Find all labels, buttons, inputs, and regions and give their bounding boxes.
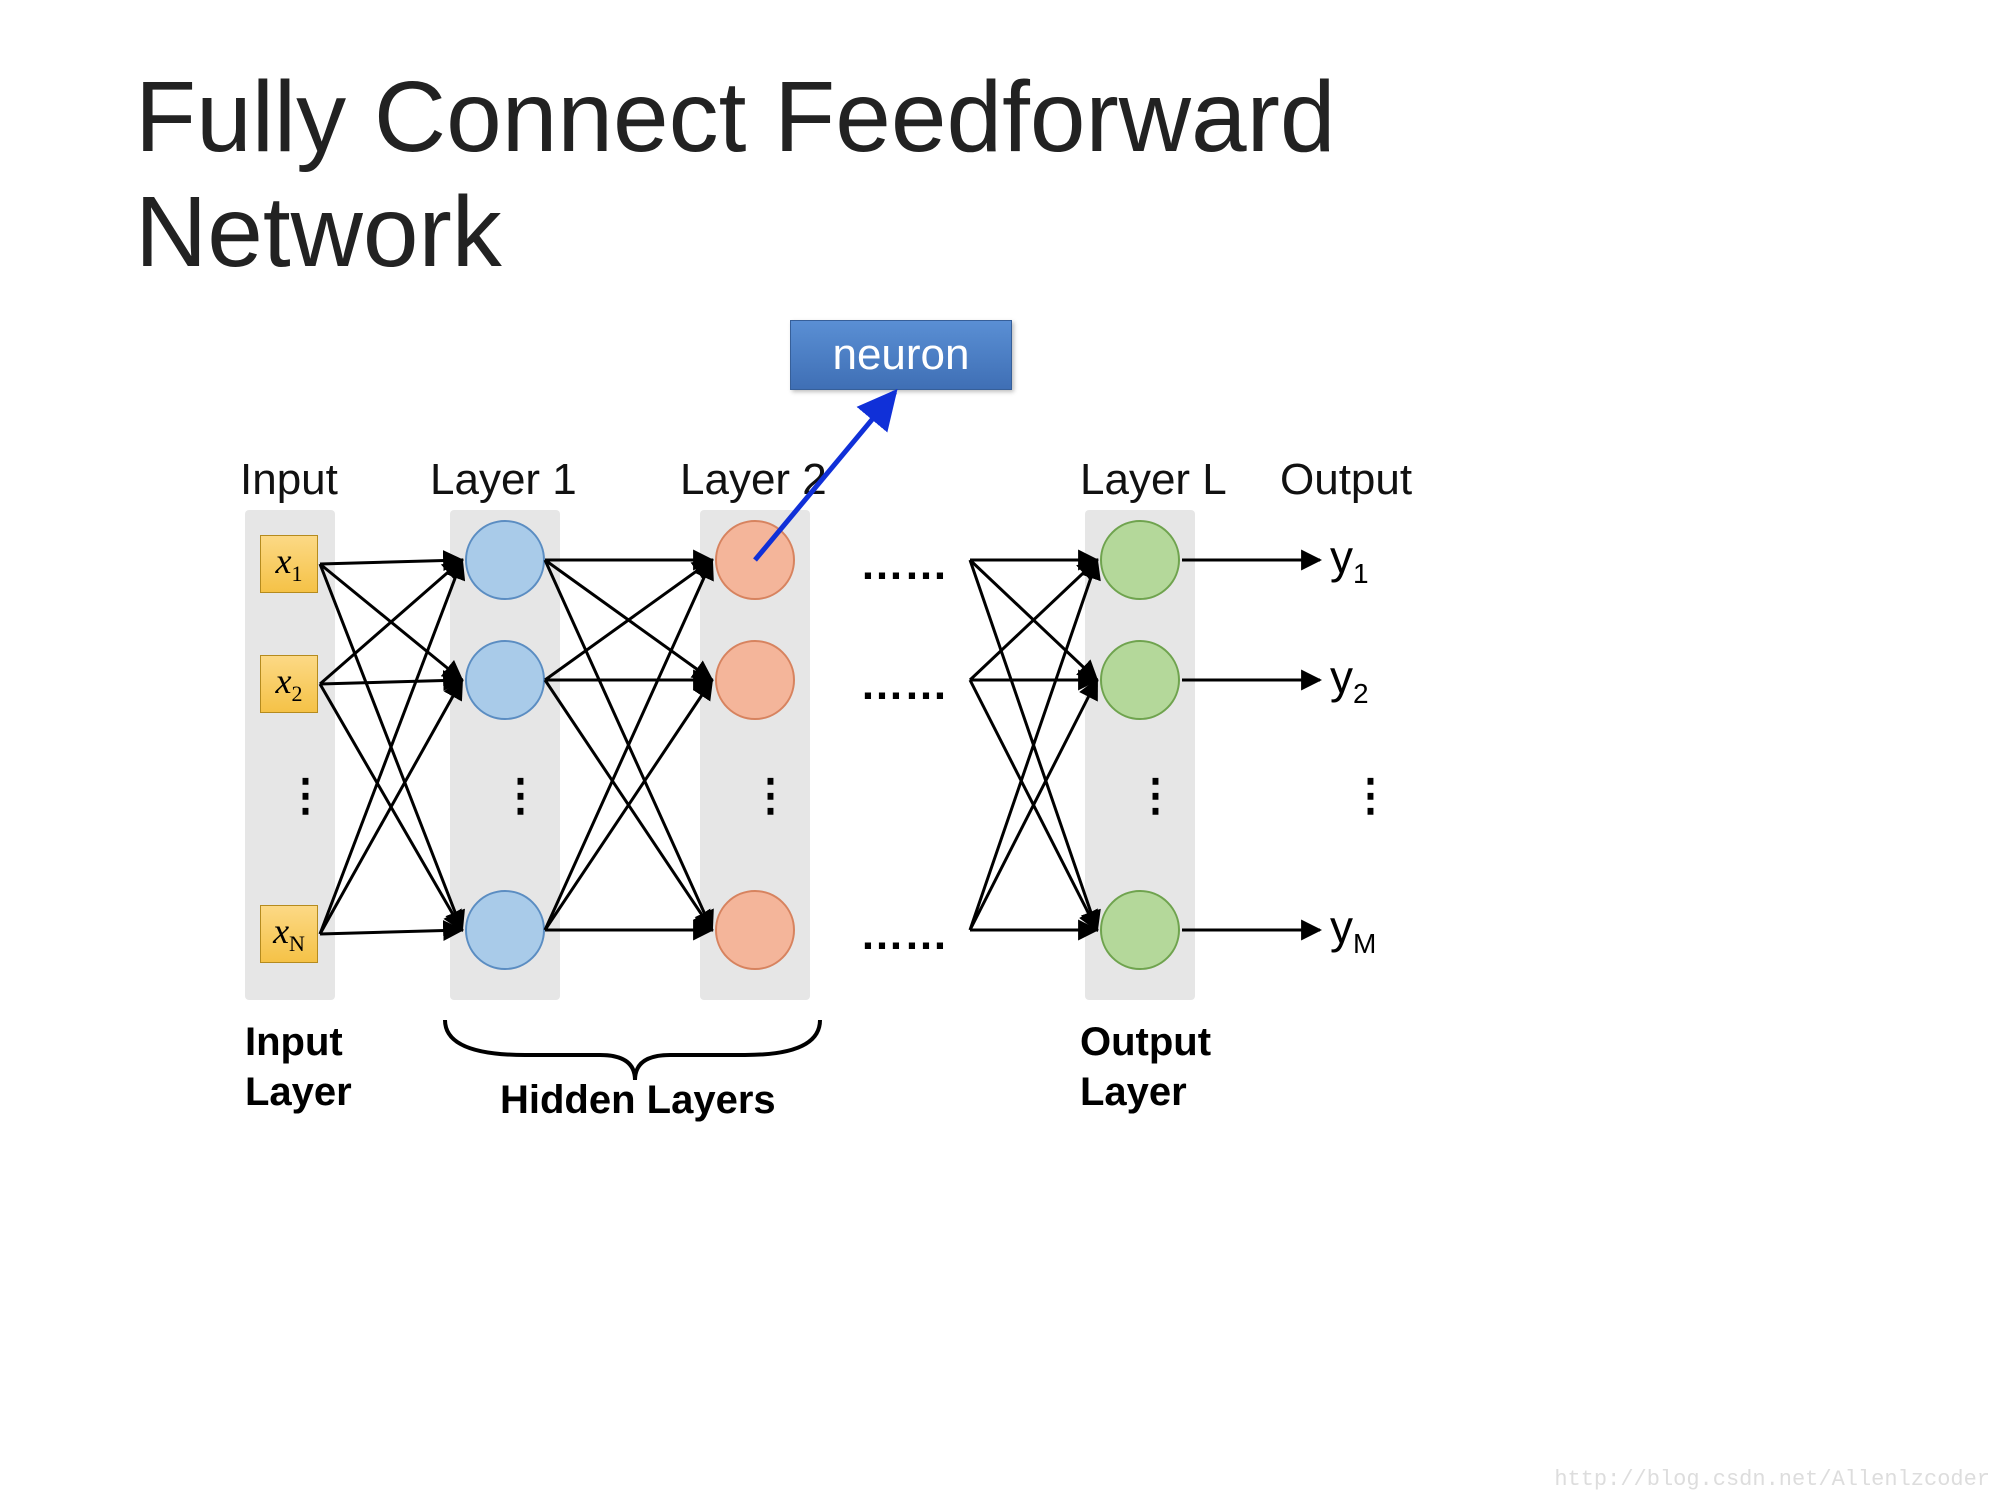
label-output: Output [1280,455,1412,505]
slide-title: Fully Connect Feedforward Network [135,60,1336,290]
input-vdots: ⋮ [280,770,331,825]
neuron-l2-3 [715,890,795,970]
label-input-layer-2: Layer [245,1070,352,1115]
hdots-2: …… [860,660,948,710]
label-input-layer-1: Input [245,1020,343,1065]
hdots-1: …… [860,540,948,590]
l2-vdots: ⋮ [745,770,796,825]
neuron-l1-3 [465,890,545,970]
title-line2: Network [135,176,502,288]
l1-vdots: ⋮ [495,770,546,825]
neuron-lL-3 [1100,890,1180,970]
title-line1: Fully Connect Feedforward [135,61,1336,173]
input-x2: x2 [260,655,318,713]
input-x1: x1 [260,535,318,593]
lL-vdots: ⋮ [1130,770,1181,825]
label-output-layer-1: Output [1080,1020,1211,1065]
label-input: Input [240,455,338,505]
neuron-l2-2 [715,640,795,720]
label-layer2: Layer 2 [680,455,827,505]
label-layer1: Layer 1 [430,455,577,505]
neuron-callout: neuron [790,320,1012,390]
hdots-3: …… [860,910,948,960]
neuron-l1-2 [465,640,545,720]
output-y1: y1 [1330,530,1369,590]
output-y2: y2 [1330,650,1369,710]
neuron-l1-1 [465,520,545,600]
output-yM: yM [1330,900,1376,960]
neuron-lL-1 [1100,520,1180,600]
neuron-lL-2 [1100,640,1180,720]
neuron-l2-1 [715,520,795,600]
watermark: http://blog.csdn.net/Allenlzcoder [1554,1467,1990,1492]
label-hidden: Hidden Layers [500,1078,776,1123]
label-output-layer-2: Layer [1080,1070,1187,1115]
input-xN: xN [260,905,318,963]
output-vdots: ⋮ [1345,770,1396,825]
label-layerL: Layer L [1080,455,1227,505]
